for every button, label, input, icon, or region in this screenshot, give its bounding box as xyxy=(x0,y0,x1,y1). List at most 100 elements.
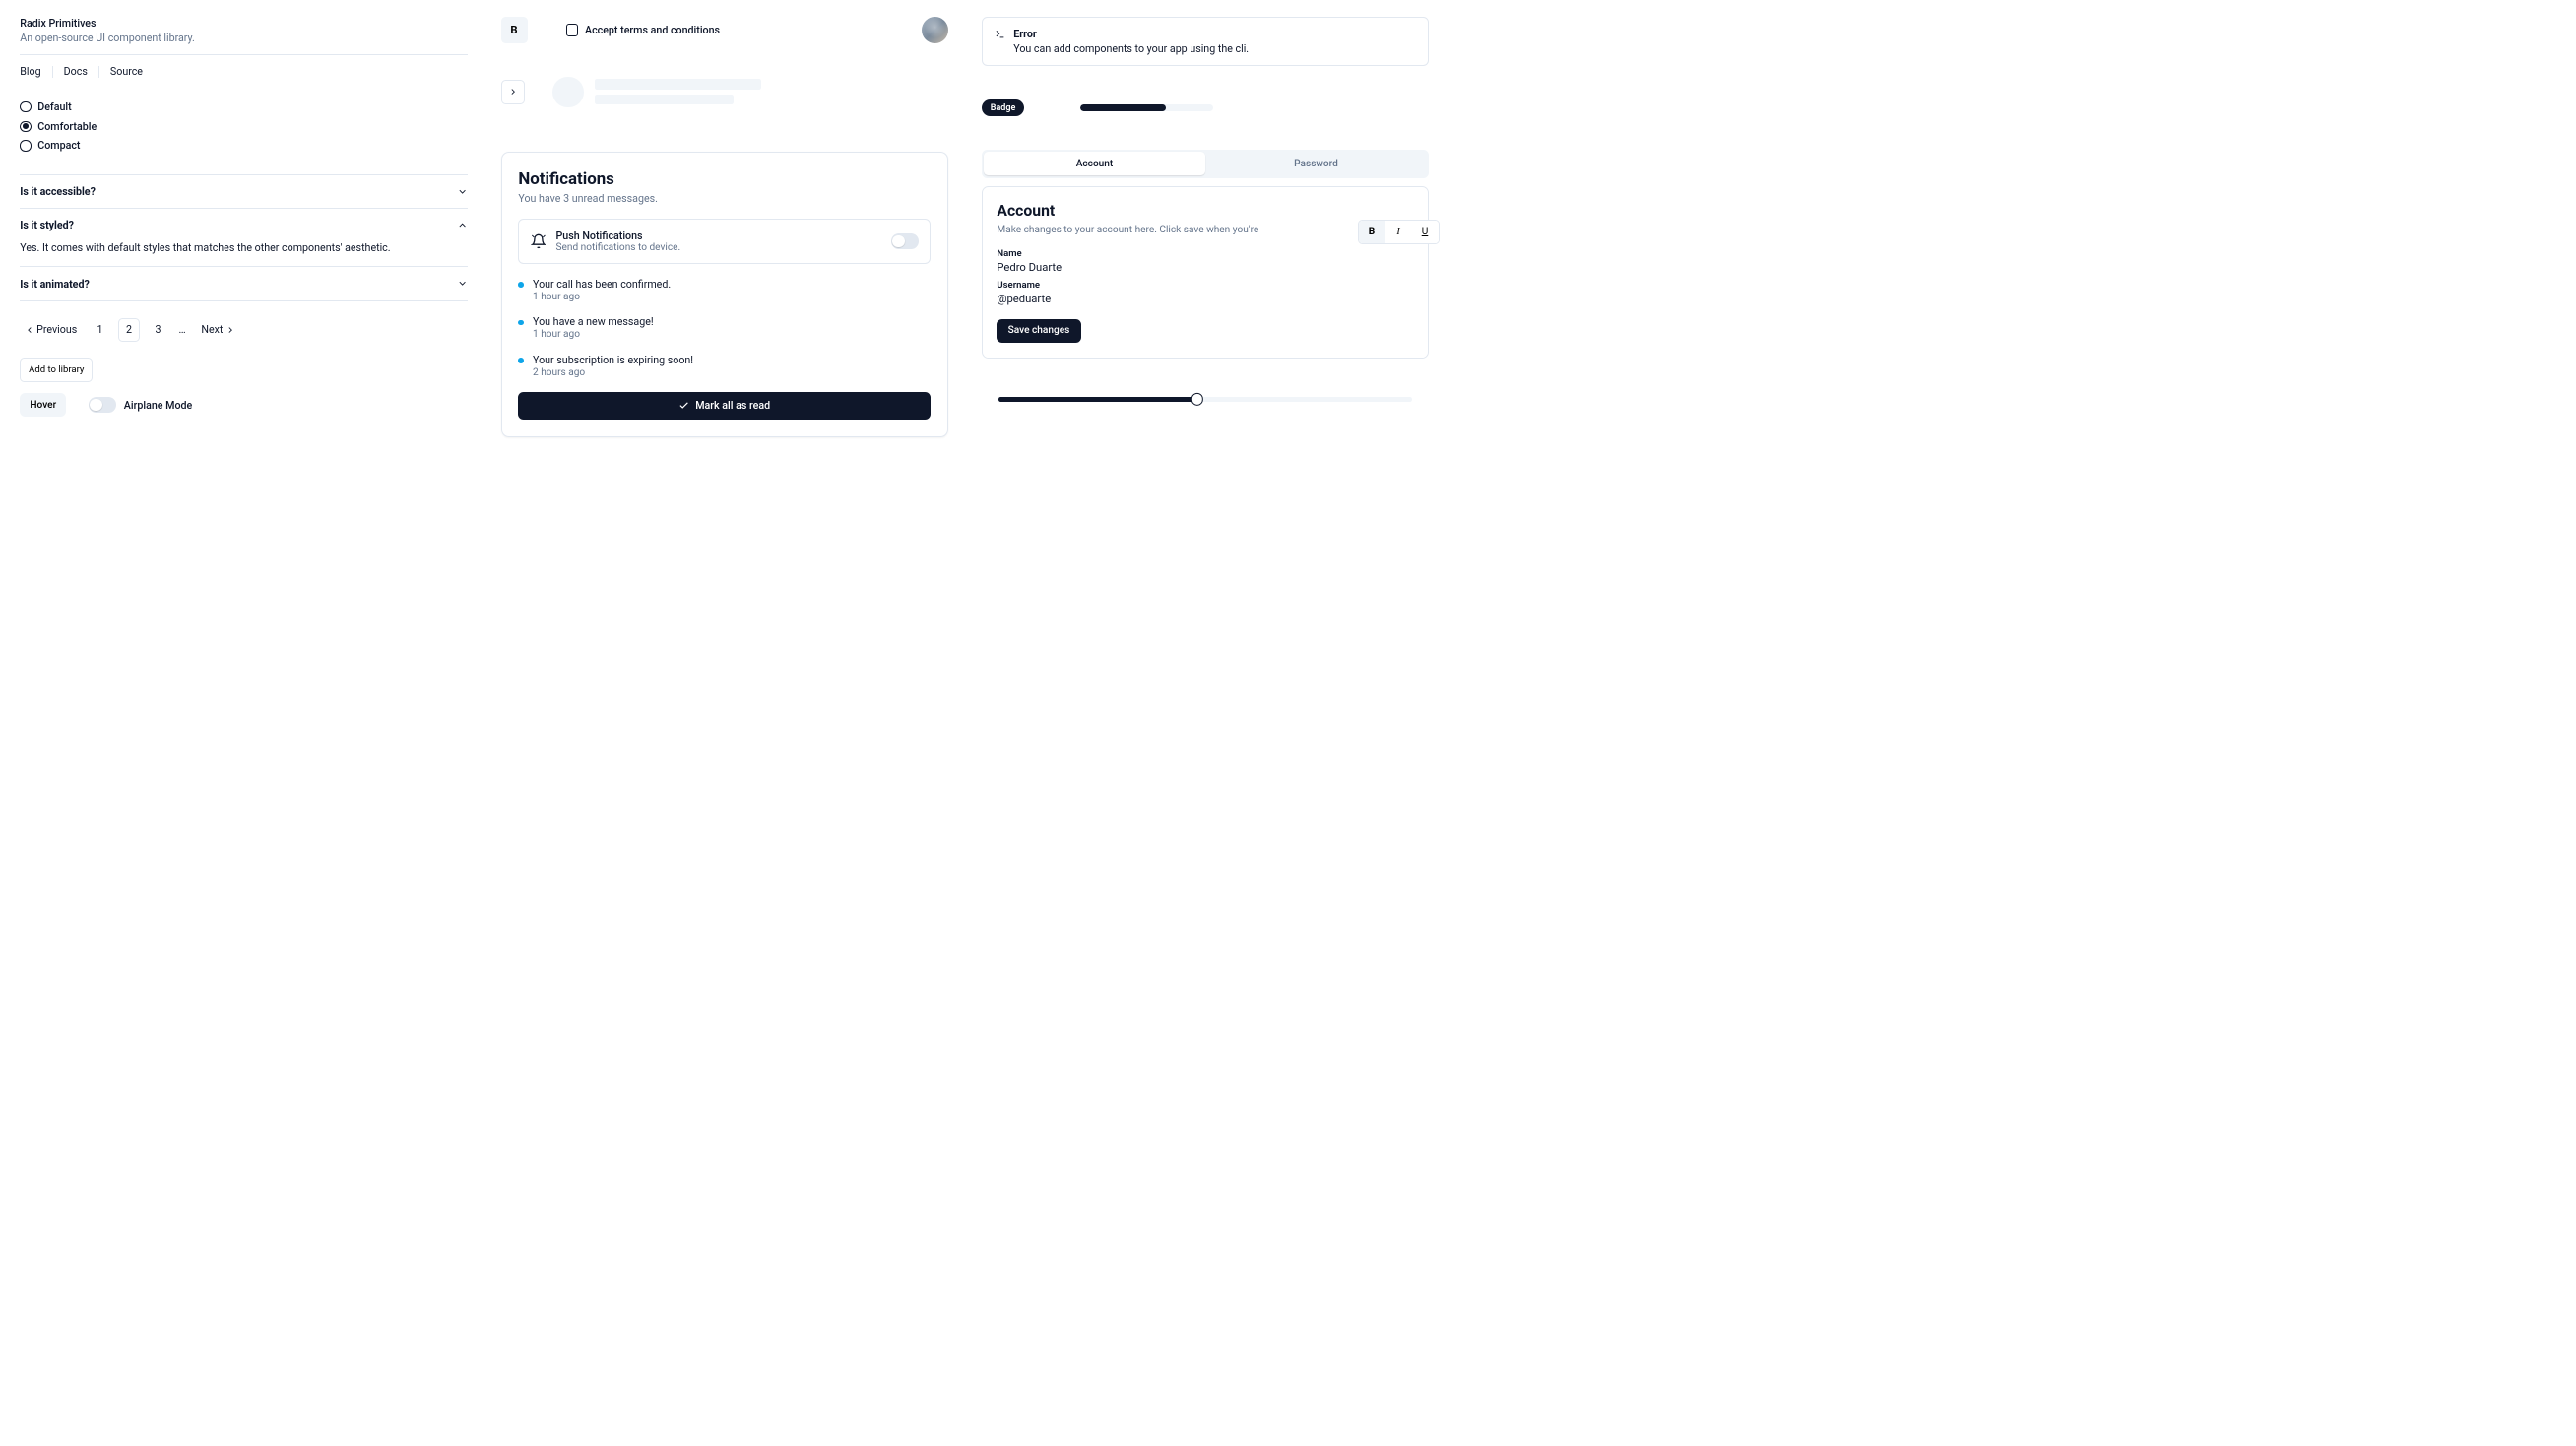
notification-item: Your call has been confirmed. 1 hour ago xyxy=(518,278,931,302)
chevron-left-icon xyxy=(25,325,34,335)
mark-all-label: Mark all as read xyxy=(695,399,770,412)
pagination: Previous 1 2 3 … Next xyxy=(20,318,468,342)
tab-panel-title: Account xyxy=(997,201,1413,220)
notification-text: Your call has been confirmed. xyxy=(533,278,671,291)
terminal-icon xyxy=(995,29,1005,39)
collapsible-trigger[interactable] xyxy=(501,80,526,104)
switch-thumb xyxy=(892,235,904,247)
pagination-previous[interactable]: Previous xyxy=(20,320,81,340)
radio-label: Comfortable xyxy=(37,120,97,133)
mark-all-read-button[interactable]: Mark all as read xyxy=(518,392,931,421)
separator xyxy=(20,54,468,55)
accordion-header-styled[interactable]: Is it styled? xyxy=(20,209,468,241)
checkbox-row: Accept terms and conditions xyxy=(566,24,720,36)
slider-fill xyxy=(998,397,1197,402)
nav-links: Blog Docs Source xyxy=(20,65,468,78)
accordion-content: Yes. It comes with default styles that m… xyxy=(20,241,468,266)
avatar[interactable] xyxy=(922,17,948,43)
chevron-right-icon xyxy=(225,325,235,335)
accordion-title: Is it styled? xyxy=(20,219,74,231)
save-changes-button[interactable]: Save changes xyxy=(997,319,1080,344)
radio-default[interactable]: Default xyxy=(20,100,468,113)
slider-thumb[interactable] xyxy=(1191,393,1202,405)
name-value: Pedro Duarte xyxy=(997,261,1413,274)
tab-panel-account: Account Make changes to your account her… xyxy=(982,186,1430,359)
accordion-item: Is it accessible? xyxy=(20,174,468,209)
chevron-down-icon xyxy=(457,186,468,197)
toggle-bold[interactable]: B xyxy=(1359,221,1385,243)
accordion-header-animated[interactable]: Is it animated? xyxy=(20,267,468,299)
toggle-group: B I U xyxy=(1358,220,1440,244)
pagination-next-label: Next xyxy=(201,323,223,336)
nav-source[interactable]: Source xyxy=(110,65,143,78)
airplane-label: Airplane Mode xyxy=(124,399,192,412)
add-library-button[interactable]: Add to library xyxy=(20,358,93,381)
radio-label: Compact xyxy=(37,139,80,152)
notifications-subtitle: You have 3 unread messages. xyxy=(518,192,931,205)
push-subtitle: Send notifications to device. xyxy=(556,242,881,253)
tabs-list: Account Password xyxy=(982,150,1430,178)
pagination-ellipsis: … xyxy=(176,323,188,336)
username-value: @peduarte xyxy=(997,293,1413,305)
radio-circle xyxy=(20,140,31,151)
notification-dot-icon xyxy=(518,320,524,326)
username-label: Username xyxy=(997,280,1413,291)
nav-separator xyxy=(98,66,99,77)
notification-text: Your subscription is expiring soon! xyxy=(533,354,693,366)
notification-time: 1 hour ago xyxy=(533,329,654,340)
accordion-header-accessible[interactable]: Is it accessible? xyxy=(20,175,468,208)
tabs: Account Password Account Make changes to… xyxy=(982,150,1430,359)
notification-time: 2 hours ago xyxy=(533,367,693,378)
notification-dot-icon xyxy=(518,358,524,363)
toggle-underline[interactable]: U xyxy=(1412,221,1439,243)
underline-icon: U xyxy=(1422,227,1429,237)
header-title: Radix Primitives xyxy=(20,17,468,30)
toggle-italic[interactable]: I xyxy=(1385,221,1412,243)
accordion: Is it accessible? Is it styled? Yes. It … xyxy=(20,174,468,301)
nav-docs[interactable]: Docs xyxy=(64,65,88,78)
airplane-switch[interactable] xyxy=(89,397,116,413)
alert-title: Error xyxy=(1013,28,1249,40)
notifications-title: Notifications xyxy=(518,169,931,189)
notification-item: Your subscription is expiring soon! 2 ho… xyxy=(518,354,931,378)
notification-dot-icon xyxy=(518,282,524,288)
tab-password[interactable]: Password xyxy=(1205,152,1427,176)
notification-item: You have a new message! 1 hour ago xyxy=(518,315,931,340)
name-label: Name xyxy=(997,248,1413,259)
slider[interactable] xyxy=(998,391,1413,407)
pagination-next[interactable]: Next xyxy=(197,320,239,340)
radio-comfortable[interactable]: Comfortable xyxy=(20,120,468,133)
page-1[interactable]: 1 xyxy=(91,319,110,341)
nav-blog[interactable]: Blog xyxy=(20,65,40,78)
accordion-item: Is it styled? Yes. It comes with default… xyxy=(20,209,468,267)
terms-checkbox[interactable] xyxy=(566,24,578,35)
toggle-bold-button[interactable]: B xyxy=(501,17,528,43)
accordion-item: Is it animated? xyxy=(20,267,468,300)
accordion-title: Is it animated? xyxy=(20,278,90,291)
tab-account[interactable]: Account xyxy=(984,152,1205,176)
accordion-title: Is it accessible? xyxy=(20,185,96,198)
radio-group: Default Comfortable Compact xyxy=(20,100,468,153)
notifications-card: Notifications You have 3 unread messages… xyxy=(501,152,949,437)
skeleton-line xyxy=(595,95,734,104)
terms-label: Accept terms and conditions xyxy=(585,24,720,36)
slider-track xyxy=(998,397,1413,402)
italic-icon: I xyxy=(1396,227,1399,237)
chevron-down-icon xyxy=(457,278,468,289)
hover-button[interactable]: Hover xyxy=(20,393,66,418)
progress-bar xyxy=(1080,104,1213,112)
page-2[interactable]: 2 xyxy=(118,318,140,342)
chevron-up-icon xyxy=(457,220,468,230)
skeleton-avatar xyxy=(552,77,584,108)
radio-compact[interactable]: Compact xyxy=(20,139,468,152)
page-3[interactable]: 3 xyxy=(149,319,168,341)
radio-circle xyxy=(20,101,31,112)
switch-thumb xyxy=(90,399,101,411)
bold-icon: B xyxy=(1369,227,1375,237)
tab-panel-subtitle: Make changes to your account here. Click… xyxy=(997,224,1413,237)
badge: Badge xyxy=(982,99,1025,116)
push-switch[interactable] xyxy=(891,233,919,249)
push-notifications-box: Push Notifications Send notifications to… xyxy=(518,219,931,264)
push-title: Push Notifications xyxy=(556,230,881,242)
bell-icon xyxy=(531,233,547,249)
